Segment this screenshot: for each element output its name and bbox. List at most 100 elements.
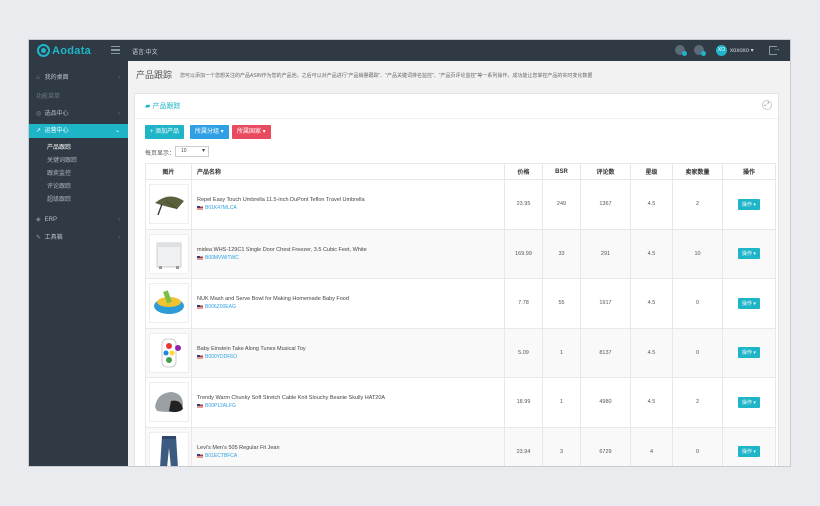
sidebar-item-desktop[interactable]: ⌂ 我的桌面 ‹ bbox=[29, 71, 128, 85]
stars-cell: 4.5 bbox=[630, 327, 673, 378]
user-menu[interactable]: xoxoxo ▾ bbox=[730, 47, 754, 54]
logout-icon[interactable] bbox=[769, 44, 781, 55]
product-asin[interactable]: B00P12ALFG bbox=[197, 403, 504, 409]
row-action-button[interactable]: 操作 ▾ bbox=[738, 248, 760, 260]
sidebar-item-tools[interactable]: ✎ 工具箱 ‹ bbox=[29, 231, 128, 245]
price-cell: 169.99 bbox=[504, 228, 543, 279]
reviews-cell: 4980 bbox=[580, 377, 631, 428]
logo-icon bbox=[37, 44, 50, 57]
product-thumbnail[interactable] bbox=[148, 283, 189, 324]
sidebar-subitem-product-tracking[interactable]: 产品跟踪 bbox=[29, 142, 128, 154]
sellers-cell: 10 bbox=[672, 228, 723, 279]
product-name[interactable]: Baby Einstein Take Along Tunes Musical T… bbox=[197, 346, 504, 352]
logo[interactable]: Aodata bbox=[37, 43, 91, 58]
expand-icon[interactable]: ⤢ bbox=[762, 100, 772, 110]
col-header-sellers[interactable]: 卖家数量 bbox=[672, 163, 723, 180]
stars-cell: 4.5 bbox=[630, 377, 673, 428]
chevron-left-icon: ‹ bbox=[118, 235, 120, 241]
country-filter-button[interactable]: 所属国家 ▾ bbox=[232, 125, 271, 139]
sidebar-item-erp[interactable]: ◈ ERP ‹ bbox=[29, 213, 128, 227]
us-flag-icon bbox=[197, 305, 203, 310]
us-flag-icon bbox=[197, 255, 203, 260]
divider bbox=[135, 118, 778, 119]
top-bar: Aodata 语言:中文 XO xoxoxo ▾ bbox=[29, 40, 790, 61]
panel-title: ▰ 产品跟踪 bbox=[145, 101, 180, 111]
col-header-stars[interactable]: 星级 bbox=[630, 163, 673, 180]
product-name[interactable]: NUK Mash and Serve Bowl for Making Homem… bbox=[197, 296, 504, 302]
sidebar-subitem-keyword-tracking[interactable]: 关键词跟踪 bbox=[29, 155, 128, 167]
sidebar-subitem-follow-monitor[interactable]: 跟卖监控 bbox=[29, 168, 128, 180]
price-cell: 5.09 bbox=[504, 327, 543, 378]
product-image-cell bbox=[145, 278, 192, 329]
col-header-reviews[interactable]: 评论数 bbox=[580, 163, 631, 180]
asin-text[interactable]: B006Z00EAG bbox=[205, 304, 236, 310]
us-flag-icon bbox=[197, 453, 203, 458]
sellers-cell: 0 bbox=[672, 278, 723, 329]
language-selector[interactable]: 语言:中文 bbox=[132, 47, 158, 56]
erp-icon: ◈ bbox=[36, 217, 41, 223]
product-image-cell bbox=[145, 327, 192, 378]
product-thumbnail[interactable] bbox=[148, 233, 189, 274]
row-action-button[interactable]: 操作 ▾ bbox=[738, 297, 760, 309]
price-cell: 23.94 bbox=[504, 426, 543, 466]
product-name[interactable]: Trendy Warm Chunky Soft Stretch Cable Kn… bbox=[197, 395, 504, 401]
add-product-button[interactable]: + 添加产品 bbox=[145, 125, 185, 139]
chart-icon: ↗ bbox=[36, 128, 42, 134]
group-filter-button[interactable]: 所属分组 ▾ bbox=[190, 125, 229, 139]
col-header-actions: 操作 bbox=[722, 163, 776, 180]
product-asin[interactable]: B000YDDF6O bbox=[197, 354, 504, 360]
chevron-down-icon: ⌄ bbox=[114, 128, 120, 134]
avatar[interactable]: XO bbox=[716, 45, 727, 56]
sidebar-subitem-review-tracking[interactable]: 评论跟踪 bbox=[29, 181, 128, 193]
asin-text[interactable]: B000YDDF6O bbox=[205, 354, 237, 360]
menu-toggle-icon[interactable] bbox=[111, 46, 120, 54]
product-name-cell: Repel Easy Touch Umbrella 11.5-inch DuPo… bbox=[191, 179, 505, 230]
sidebar-subitem-super-tracking[interactable]: 超级跟踪 bbox=[29, 194, 128, 206]
product-asin[interactable]: B01ECTBFCA bbox=[197, 453, 504, 459]
product-name[interactable]: Levi's Men's 505 Regular Fit Jean bbox=[197, 445, 504, 451]
asin-text[interactable]: B00MVWITWC bbox=[205, 255, 239, 261]
table-row: Trendy Warm Chunky Soft Stretch Cable Kn… bbox=[145, 377, 776, 428]
row-action-button[interactable]: 操作 ▾ bbox=[738, 198, 760, 210]
product-thumbnail[interactable] bbox=[148, 184, 189, 225]
product-image-cell bbox=[145, 179, 192, 230]
username: xoxoxo bbox=[730, 48, 750, 54]
asin-text[interactable]: B01ECTBFCA bbox=[205, 453, 237, 459]
sidebar-item-operations[interactable]: ↗ 运营中心 ⌄ bbox=[29, 124, 128, 138]
bsr-cell: 33 bbox=[542, 228, 581, 279]
logo-text: Aodata bbox=[52, 44, 92, 57]
product-thumbnail[interactable] bbox=[148, 382, 189, 423]
product-tracking-panel: ▰ 产品跟踪 ⤢ + 添加产品 所属分组 ▾ 所属国家 ▾ 每页显示： 10 图… bbox=[134, 93, 779, 466]
page-title: 产品跟踪 bbox=[136, 70, 173, 80]
sidebar-section-label: 功能菜单 bbox=[36, 94, 61, 100]
product-asin[interactable]: B01K47MLCA bbox=[197, 205, 504, 211]
col-header-price[interactable]: 价格 bbox=[504, 163, 543, 180]
chevron-left-icon: ‹ bbox=[118, 111, 120, 117]
row-action-button[interactable]: 操作 ▾ bbox=[738, 396, 760, 408]
asin-text[interactable]: B01K47MLCA bbox=[205, 205, 237, 211]
product-asin[interactable]: B006Z00EAG bbox=[197, 304, 504, 310]
reviews-cell: 6729 bbox=[580, 426, 631, 466]
home-icon: ⌂ bbox=[36, 75, 40, 81]
product-name-cell: NUK Mash and Serve Bowl for Making Homem… bbox=[191, 278, 505, 329]
product-asin[interactable]: B00MVWITWC bbox=[197, 255, 504, 261]
row-action-button[interactable]: 操作 ▾ bbox=[738, 347, 760, 359]
product-name[interactable]: midea WHS-129C1 Single Door Chest Freeze… bbox=[197, 247, 504, 253]
product-name[interactable]: Repel Easy Touch Umbrella 11.5-inch DuPo… bbox=[197, 197, 504, 203]
us-flag-icon bbox=[197, 206, 203, 211]
us-flag-icon bbox=[197, 404, 203, 409]
message-icon[interactable] bbox=[694, 45, 706, 56]
sidebar-item-selection[interactable]: ◎ 选品中心 ‹ bbox=[29, 107, 128, 121]
perpage-select[interactable]: 10 bbox=[175, 146, 209, 157]
product-thumbnail[interactable] bbox=[148, 332, 189, 373]
chevron-left-icon: ‹ bbox=[118, 217, 120, 223]
actions-cell: 操作 ▾ bbox=[722, 179, 776, 230]
chevron-left-icon: ‹ bbox=[118, 75, 120, 81]
product-thumbnail[interactable] bbox=[148, 431, 189, 466]
reviews-cell: 1367 bbox=[580, 179, 631, 230]
asin-text[interactable]: B00P12ALFG bbox=[205, 403, 236, 409]
col-header-bsr[interactable]: BSR bbox=[542, 163, 581, 180]
actions-cell: 操作 ▾ bbox=[722, 228, 776, 279]
row-action-button[interactable]: 操作 ▾ bbox=[738, 446, 760, 458]
notification-icon[interactable] bbox=[675, 45, 687, 56]
